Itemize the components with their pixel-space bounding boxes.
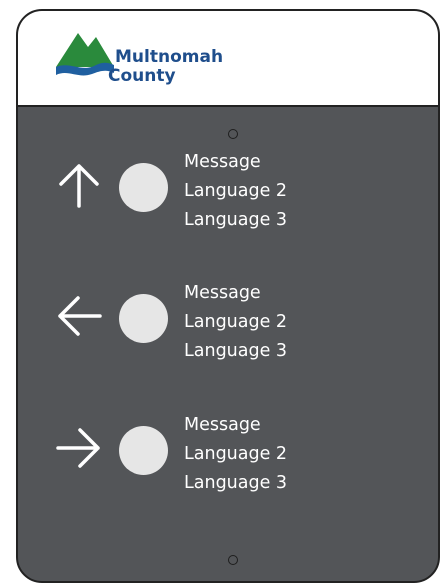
- multnomah-county-logo: Multnomah County: [56, 27, 236, 97]
- message-lines: Message Language 2 Language 3: [184, 148, 287, 235]
- language-2-text: Language 2: [184, 181, 288, 201]
- circle-marker: [119, 426, 168, 475]
- message-lines: Message Language 2 Language 3: [184, 411, 287, 498]
- language-3-text: Language 3: [184, 473, 288, 493]
- logo-text-line-1: Multnomah: [115, 47, 224, 67]
- message-lines: Message Language 2 Language 3: [184, 279, 287, 366]
- arrow-right-icon: [56, 428, 100, 468]
- direction-row-left: Message Language 2 Language 3: [18, 279, 438, 379]
- direction-row-right: Message Language 2 Language 3: [18, 411, 438, 511]
- mountain-logo-icon: [56, 33, 114, 76]
- mounting-hole-top: [228, 129, 238, 139]
- circle-marker: [119, 163, 168, 212]
- logo-text-line-2: County: [108, 66, 176, 86]
- sign-header: Multnomah County: [18, 11, 438, 107]
- message-text: Message: [184, 152, 261, 172]
- direction-row-up: Message Language 2 Language 3: [18, 148, 438, 248]
- sign-panel: Message Language 2 Language 3 Message La…: [18, 107, 438, 581]
- language-2-text: Language 2: [184, 312, 288, 332]
- language-3-text: Language 3: [184, 210, 288, 230]
- message-text: Message: [184, 283, 261, 303]
- arrow-left-icon: [58, 296, 102, 336]
- wayfinding-sign: Multnomah County Message Language 2 Lang…: [16, 9, 440, 583]
- mounting-hole-bottom: [228, 555, 238, 565]
- message-text: Message: [184, 415, 261, 435]
- arrow-up-icon: [59, 164, 99, 208]
- language-3-text: Language 3: [184, 341, 288, 361]
- language-2-text: Language 2: [184, 444, 288, 464]
- circle-marker: [119, 294, 168, 343]
